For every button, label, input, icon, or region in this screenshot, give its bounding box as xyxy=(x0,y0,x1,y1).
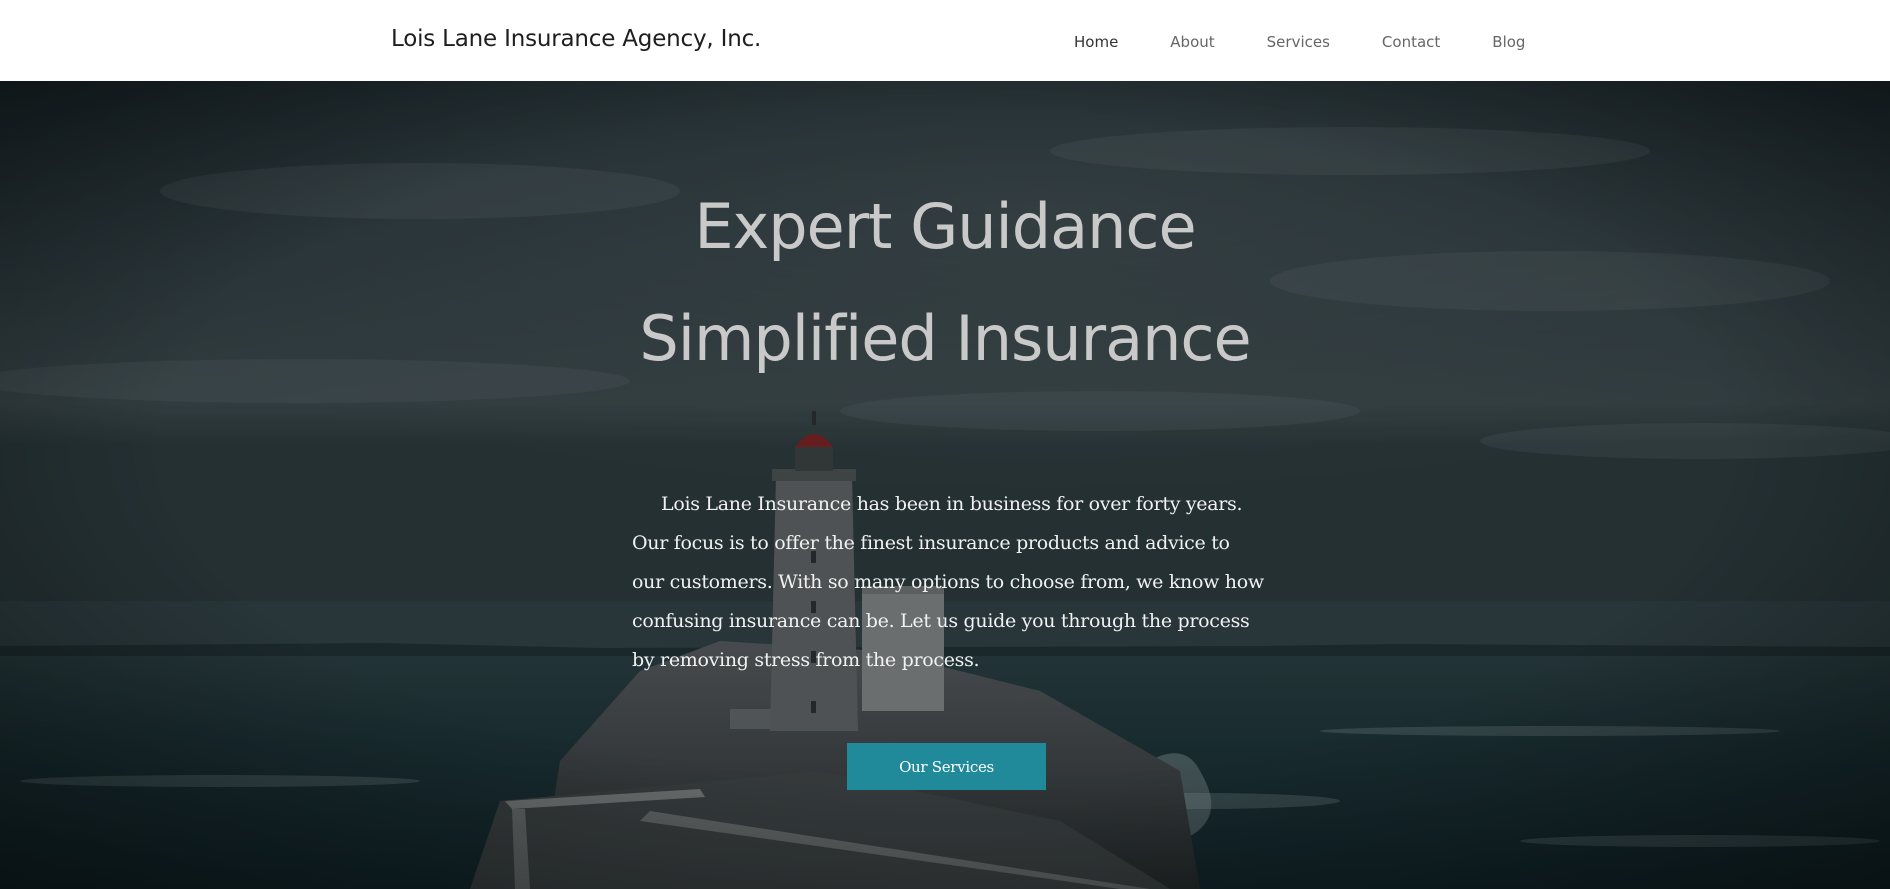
nav-item-home[interactable]: Home xyxy=(1048,33,1144,51)
hero-description: Lois Lane Insurance has been in business… xyxy=(632,493,1264,671)
hero-headline-line2: Simplified Insurance xyxy=(639,302,1251,375)
nav-item-about[interactable]: About xyxy=(1144,33,1240,51)
site-brand[interactable]: Lois Lane Insurance Agency, Inc. xyxy=(391,26,761,52)
our-services-button[interactable]: Our Services xyxy=(847,743,1046,790)
hero-headline-line1: Expert Guidance xyxy=(694,190,1196,263)
hero-section: Expert Guidance Simplified Insurance Loi… xyxy=(0,81,1890,889)
main-nav: Home About Services Contact Blog xyxy=(1048,33,1551,51)
nav-item-contact[interactable]: Contact xyxy=(1356,33,1466,51)
nav-item-services[interactable]: Services xyxy=(1241,33,1356,51)
site-header: Lois Lane Insurance Agency, Inc. Home Ab… xyxy=(0,0,1890,81)
nav-item-blog[interactable]: Blog xyxy=(1466,33,1551,51)
